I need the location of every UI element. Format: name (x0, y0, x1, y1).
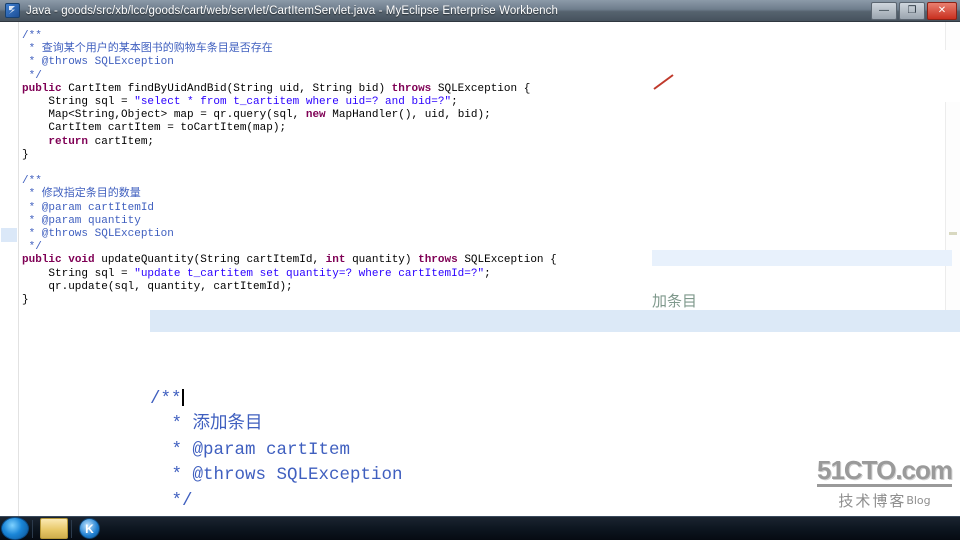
code-line: * @param cartItemId (22, 201, 155, 214)
code-line: * @param quantity (22, 214, 141, 227)
close-button[interactable]: ✕ (927, 2, 957, 20)
magnified-code-line: /** (150, 387, 960, 413)
code-token: * @param cartItem (161, 439, 351, 460)
kugou-app-icon[interactable]: K (79, 518, 100, 539)
red-pointer-arrow (653, 74, 674, 90)
application-window: Java - goods/src/xb/lcc/goods/cart/web/s… (0, 0, 960, 540)
magnified-code-line: * 添加条目 (150, 412, 960, 438)
minimize-button[interactable]: — (871, 2, 897, 20)
code-line: * @throws SQLException (22, 228, 174, 240)
code-line: } (22, 148, 29, 161)
code-line: CartItem cartItem = toCartItem(map); (22, 122, 287, 135)
window-title: Java - goods/src/xb/lcc/goods/cart/web/s… (26, 4, 558, 17)
code-token: * @throws SQLException (161, 465, 403, 485)
myeclipse-icon (5, 3, 20, 18)
text-cursor (181, 388, 184, 406)
code-line: } (22, 294, 29, 306)
code-line: String sql = "select * from t_cartitem w… (22, 96, 458, 108)
code-line: qr.update(sql, quantity, cartItemId); (22, 280, 293, 293)
taskbar-divider (32, 519, 33, 538)
watermark: 51CTO.com 技术博客Blog (816, 455, 953, 511)
code-line: String sql = "update t_cartitem set quan… (22, 267, 491, 280)
window-titlebar: Java - goods/src/xb/lcc/goods/cart/web/s… (0, 0, 960, 22)
code-line: public CartItem findByUidAndBid(String u… (22, 82, 531, 95)
window-controls: — ❐ ✕ (871, 2, 957, 20)
code-line: return cartItem; (48, 135, 155, 148)
windows-taskbar[interactable]: K (0, 516, 960, 540)
code-line: */ (22, 69, 42, 82)
code-line: public void updateQuantity(String cartIt… (22, 254, 557, 267)
maximize-button[interactable]: ❐ (899, 2, 925, 20)
code-token: * 添加条目 (161, 414, 263, 434)
code-line: * 查询某个用户的某本图书的购物车条目是否存在 (22, 43, 273, 56)
magnified-top-line-1: ing bid) throws SQLException { (652, 100, 960, 102)
start-orb-icon[interactable] (1, 517, 29, 540)
code-line: Map<String,Object> map = qr.query(sql, n… (22, 109, 491, 122)
current-line-highlight (150, 310, 960, 332)
code-line: /** (22, 30, 42, 42)
code-line: /** (22, 175, 42, 188)
code-line: * 修改指定条目的数量 (22, 188, 141, 201)
code-line: * @throws SQLException (22, 56, 174, 69)
watermark-site: 51CTO.com (816, 455, 953, 487)
magnified-code-top: ing bid) throws SQLException { e uid=? a… (652, 50, 960, 102)
code-token: /** (150, 388, 182, 409)
explorer-folder-icon[interactable] (40, 518, 68, 539)
code-editor[interactable]: 加条目 /** * 查询某个用户的某本图书的购物车条目是否存在 * @throw… (0, 22, 960, 517)
watermark-tagline: 技术博客Blog (838, 492, 931, 510)
code-token: */ (161, 490, 193, 511)
taskbar-divider (71, 519, 72, 538)
code-line: */ (22, 241, 42, 254)
